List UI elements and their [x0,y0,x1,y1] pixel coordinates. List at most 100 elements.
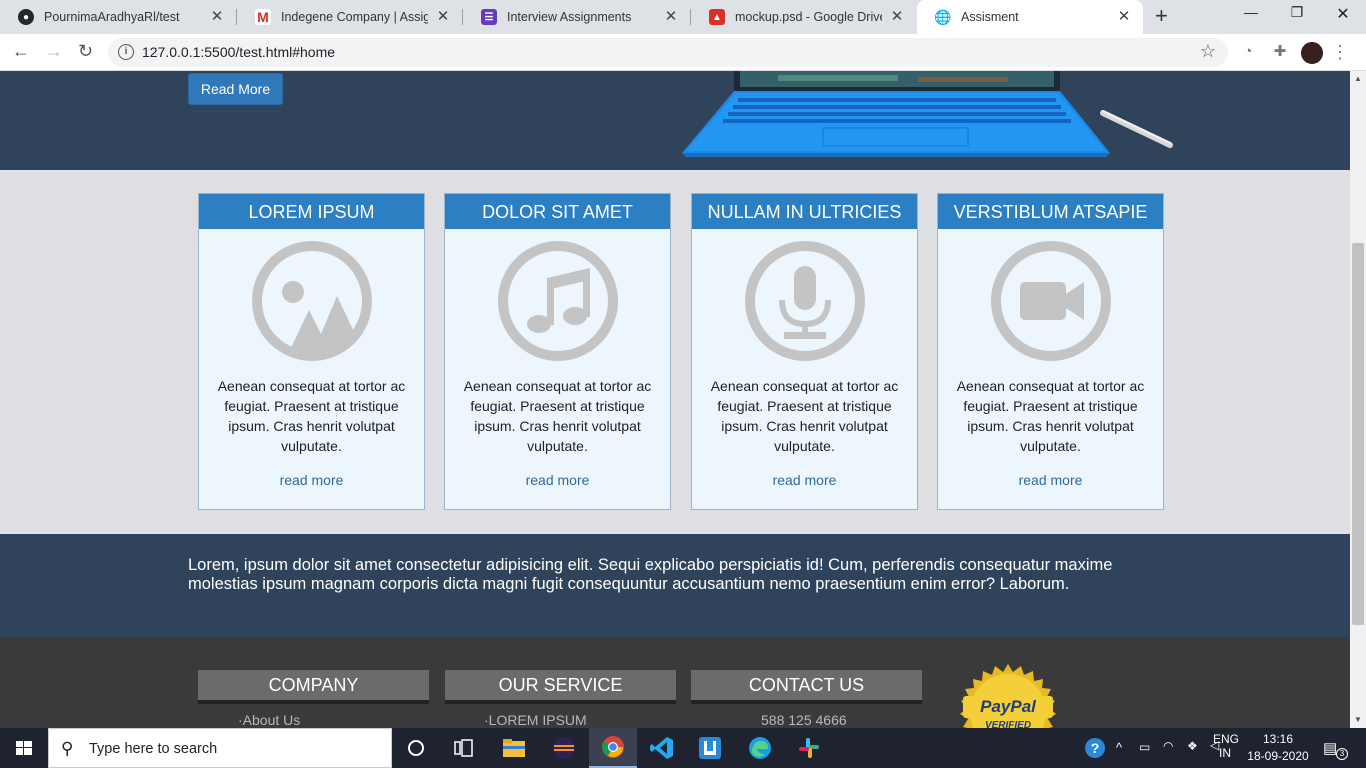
footer-link-about[interactable]: ·About Us [238,712,300,728]
back-arrow-icon[interactable]: ← [12,42,30,60]
services-section: LOREM IPSUM Aenean consequat at tortor a… [0,170,1350,534]
close-tab-icon[interactable]: ✕ [664,9,678,24]
menu-kebab-icon[interactable]: ⋮ [1330,42,1350,62]
footer-heading-service: OUR SERVICE [445,670,676,704]
service-card: VERSTIBLUM ATSAPIE Aenean consequat at t… [937,193,1164,510]
close-tab-icon[interactable]: ✕ [210,9,224,24]
edge-icon[interactable] [736,728,784,768]
app-square-icon[interactable] [686,728,734,768]
windows-start-icon[interactable] [0,728,48,768]
browser-toolbar: ← → ↻ i 127.0.0.1:5500/test.html#home ☆ … [0,34,1366,71]
taskbar-search-box[interactable]: ⚲ Type here to search [48,728,392,768]
dropbox-icon[interactable]: ❖ [1187,739,1198,753]
tab-assisment[interactable]: 🌐 Assisment ✕ [917,0,1143,34]
tab-title: PournimaAradhyaRl/test [44,10,180,24]
tab-title: Interview Assignments [507,10,632,24]
footer-heading-contact: CONTACT US [691,670,922,704]
bookmark-star-icon[interactable]: ☆ [1200,41,1216,62]
task-view-icon[interactable] [440,728,488,768]
close-tab-icon[interactable]: ✕ [890,9,904,24]
url-text[interactable]: 127.0.0.1:5500/test.html#home [142,44,335,60]
footer-link-label[interactable]: About Us [243,712,301,728]
video-camera-icon [990,241,1111,361]
tab-title: Indegene Company | Assignment [281,10,428,24]
card-read-more-link[interactable]: read more [692,472,917,488]
svg-text:?: ? [1091,740,1100,756]
file-explorer-icon[interactable] [490,728,538,768]
wifi-icon[interactable]: ◠ [1163,739,1173,753]
tab-title: Assisment [961,10,1019,24]
card-text: Aenean consequat at tortor ac feugiat. P… [710,378,899,454]
lang-code: ENG [1213,732,1240,746]
footer-heading-company: COMPANY [198,670,429,704]
globe-icon: 🌐 [934,8,952,25]
image-icon [251,241,372,361]
github-icon: ● [18,9,34,25]
footer-link-label[interactable]: LOREM IPSUM [489,712,587,728]
music-note-icon [497,241,618,361]
clock-time: 13:16 [1262,732,1294,746]
clock[interactable]: 13:16 18-09-2020 [1244,732,1312,763]
paypal-verified-seal: PayPal VERIFIED [960,664,1056,728]
service-card: LOREM IPSUM Aenean consequat at tortor a… [198,193,425,510]
page-viewport: Read More LOREM IPSUM Aenean consequat a… [0,71,1350,728]
extension-icon[interactable]: ◔ [1238,42,1258,62]
site-info-icon[interactable]: i [118,44,134,60]
search-placeholder[interactable]: Type here to search [89,741,217,757]
seal-text-verified: VERIFIED [985,720,1031,728]
scrollbar-thumb[interactable] [1352,243,1364,625]
forms-icon: ☰ [481,9,497,25]
tab-forms[interactable]: ☰ Interview Assignments ✕ [463,0,690,34]
forward-arrow-icon[interactable]: → [45,42,63,60]
close-tab-icon[interactable]: ✕ [1117,9,1131,24]
tab-gmail[interactable]: M Indegene Company | Assignment ✕ [237,0,462,34]
windows-taskbar: ⚲ Type here to search ? ^ ▭ ◠ ❖ ◁ ENG IN… [0,728,1366,768]
help-icon[interactable]: ? [1084,737,1106,762]
footer: COMPANY OUR SERVICE CONTACT US ·About Us… [0,637,1350,728]
card-title: VERSTIBLUM ATSAPIE [938,194,1163,229]
card-read-more-link[interactable]: read more [445,472,670,488]
card-text: Aenean consequat at tortor ac feugiat. P… [217,378,406,454]
region-code: IN [1219,746,1231,760]
clock-date: 18-09-2020 [1247,749,1309,763]
scroll-down-arrow-icon[interactable]: ▼ [1354,715,1362,724]
card-read-more-link[interactable]: read more [938,472,1163,488]
hero-section: Read More [0,71,1350,170]
tab-title: mockup.psd - Google Drive [735,10,882,24]
browser-tab-strip: ● PournimaAradhyaRl/test ✕ M Indegene Co… [0,0,1366,34]
about-banner: Lorem, ipsum dolor sit amet consectetur … [0,534,1350,637]
tab-github[interactable]: ● PournimaAradhyaRl/test ✕ [0,0,236,34]
puzzle-extensions-icon[interactable]: ✚ [1270,42,1290,62]
footer-link-service[interactable]: ·LOREM IPSUM [484,712,587,728]
tab-drive[interactable]: ▲ mockup.psd - Google Drive ✕ [691,0,916,34]
card-text: Aenean consequat at tortor ac feugiat. P… [463,378,652,454]
card-title: NULLAM IN ULTRICIES [692,194,917,229]
gmail-icon: M [255,9,271,25]
battery-icon[interactable]: ▭ [1139,740,1150,754]
read-more-button[interactable]: Read More [188,73,283,105]
vscode-icon[interactable] [638,728,686,768]
language-indicator[interactable]: ENG IN [1213,732,1240,760]
laptop-image [682,71,1173,157]
chevron-up-icon[interactable]: ^ [1116,740,1122,755]
profile-avatar[interactable] [1301,42,1323,64]
card-title: LOREM IPSUM [199,194,424,229]
minimize-button[interactable]: — [1228,4,1274,20]
microphone-icon [744,241,865,361]
service-card: DOLOR SIT AMET Aenean consequat at torto… [444,193,671,510]
card-read-more-link[interactable]: read more [199,472,424,488]
eclipse-icon[interactable] [540,728,588,768]
close-window-button[interactable]: ✕ [1320,4,1366,24]
address-bar[interactable]: i 127.0.0.1:5500/test.html#home ☆ [108,38,1228,67]
new-tab-button[interactable]: + [1155,5,1168,27]
restore-button[interactable]: ❐ [1274,4,1320,21]
scroll-up-arrow-icon[interactable]: ▲ [1354,74,1362,83]
seal-text-paypal: PayPal [980,697,1037,716]
drive-image-icon: ▲ [709,9,725,25]
cortana-icon[interactable] [392,728,440,768]
page-scrollbar[interactable]: ▲ ▼ [1350,71,1366,728]
reload-icon[interactable]: ↻ [78,42,93,60]
slack-icon[interactable] [785,728,833,768]
close-tab-icon[interactable]: ✕ [436,9,450,24]
chrome-icon[interactable] [589,728,637,768]
